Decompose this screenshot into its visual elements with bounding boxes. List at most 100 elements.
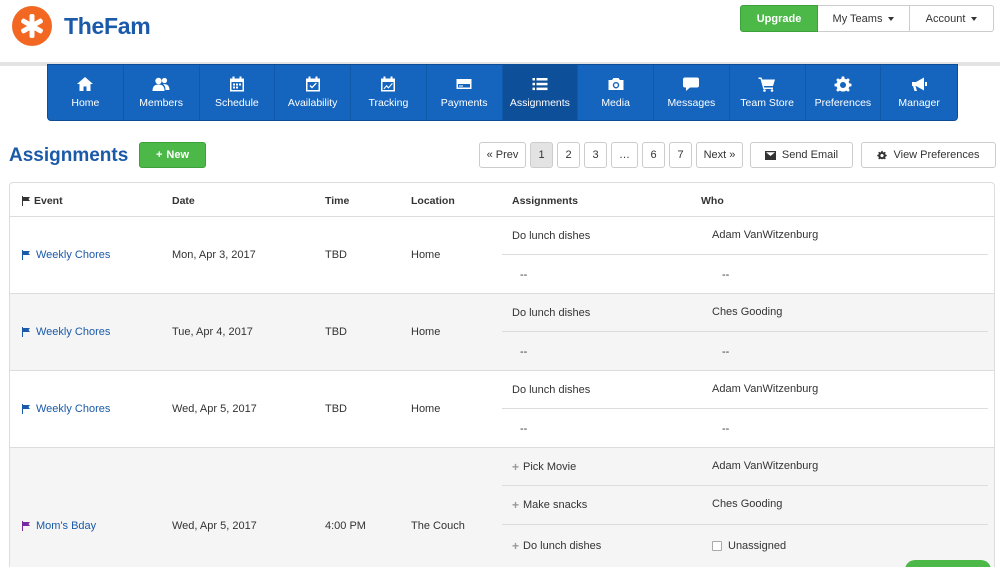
nav-item-availability[interactable]: Availability: [275, 65, 351, 120]
top-header: TheFam Upgrade My Teams Account: [0, 0, 1000, 62]
event-date: Tue, Apr 4, 2017: [172, 326, 253, 338]
drag-handle-icon[interactable]: +: [512, 498, 519, 512]
nav-item-payments[interactable]: Payments: [427, 65, 503, 120]
who-label: Unassigned: [728, 540, 787, 552]
assignment-task: --: [520, 423, 528, 435]
nav-label: Manager: [898, 97, 940, 109]
chat-icon: [682, 76, 700, 92]
flag-icon: [22, 327, 30, 337]
nav-item-messages[interactable]: Messages: [654, 65, 730, 120]
main-nav: Home Members Schedule Availability Track…: [47, 64, 958, 121]
assignment-who[interactable]: Adam VanWitzenburg: [712, 383, 818, 395]
event-location: Home: [411, 403, 441, 415]
camera-icon: [607, 76, 625, 92]
nav-item-manager[interactable]: Manager: [881, 65, 957, 120]
logo-icon: [12, 6, 52, 46]
assignment-task[interactable]: Do lunch dishes: [512, 384, 590, 396]
floating-action-button[interactable]: [905, 560, 991, 567]
list-icon: [531, 76, 549, 92]
header-location[interactable]: Location: [411, 195, 455, 207]
flag-icon: [22, 521, 30, 531]
nav-label: Messages: [667, 97, 716, 109]
nav-label: Preferences: [814, 97, 872, 109]
event-date: Wed, Apr 5, 2017: [172, 403, 257, 415]
header-who[interactable]: Who: [701, 195, 724, 207]
page-button-3[interactable]: 3: [584, 142, 607, 168]
drag-handle-icon[interactable]: +: [512, 460, 519, 474]
assignment-task: --: [520, 269, 528, 281]
assignment-who[interactable]: Unassigned: [712, 540, 786, 552]
members-icon: [152, 76, 170, 92]
logo[interactable]: TheFam: [12, 6, 151, 46]
event-name: Mom's Bday: [36, 520, 97, 532]
my-teams-dropdown[interactable]: My Teams: [818, 5, 910, 32]
caret-down-icon: [888, 16, 895, 21]
page-button-7[interactable]: 7: [669, 142, 692, 168]
header-label: Event: [34, 195, 63, 207]
calendar-icon: [228, 76, 246, 92]
nav-item-assignments[interactable]: Assignments: [502, 65, 579, 120]
header-assignments[interactable]: Assignments: [512, 195, 578, 207]
flag-icon: [22, 250, 30, 260]
event-link[interactable]: Weekly Chores: [21, 326, 110, 338]
megaphone-icon: [910, 76, 928, 92]
cart-icon: [758, 76, 776, 92]
event-link[interactable]: Mom's Bday: [21, 520, 96, 532]
event-link[interactable]: Weekly Chores: [21, 403, 110, 415]
table-row: Weekly Chores Tue, Apr 4, 2017 TBD Home …: [10, 294, 994, 371]
assignment-who[interactable]: Adam VanWitzenburg: [712, 229, 818, 241]
top-button-group: Upgrade My Teams Account: [740, 5, 994, 32]
view-preferences-button[interactable]: View Preferences: [861, 142, 996, 168]
send-email-button[interactable]: Send Email: [750, 142, 853, 168]
availability-icon: [304, 76, 322, 92]
header-event[interactable]: Event: [21, 195, 63, 207]
assignment-task[interactable]: Do lunch dishes: [512, 307, 590, 319]
assignment-row: + Make snacks Ches Gooding: [502, 486, 988, 525]
event-location: Home: [411, 249, 441, 261]
gear-icon: [834, 76, 852, 92]
nav-item-home[interactable]: Home: [48, 65, 124, 120]
assignment-who: --: [722, 423, 730, 435]
nav-label: Team Store: [740, 97, 794, 109]
nav-item-tracking[interactable]: Tracking: [351, 65, 427, 120]
next-page-button[interactable]: Next »: [696, 142, 743, 168]
page-title: Assignments: [9, 145, 129, 166]
assign-checkbox[interactable]: [712, 541, 722, 551]
account-dropdown[interactable]: Account: [910, 5, 994, 32]
page-button-6[interactable]: 6: [642, 142, 665, 168]
nav-item-team-store[interactable]: Team Store: [730, 65, 806, 120]
new-assignment-button[interactable]: + New: [139, 142, 206, 168]
nav-item-schedule[interactable]: Schedule: [200, 65, 276, 120]
assignment-task[interactable]: + Pick Movie: [512, 460, 576, 474]
flag-icon: [22, 196, 30, 206]
event-time: TBD: [325, 249, 347, 261]
nav-item-preferences[interactable]: Preferences: [806, 65, 882, 120]
table-row: Mom's Bday Wed, Apr 5, 2017 4:00 PM The …: [10, 448, 994, 567]
assignment-who[interactable]: Ches Gooding: [712, 498, 782, 510]
app-name: TheFam: [64, 12, 151, 39]
assignment-task[interactable]: Do lunch dishes: [512, 230, 590, 242]
assignment-who: --: [722, 346, 730, 358]
assignment-who[interactable]: Ches Gooding: [712, 306, 782, 318]
event-name: Weekly Chores: [36, 249, 111, 261]
task-label: Do lunch dishes: [523, 540, 602, 552]
upgrade-button[interactable]: Upgrade: [740, 5, 818, 32]
drag-handle-icon[interactable]: +: [512, 539, 519, 553]
flag-icon: [22, 404, 30, 414]
nav-label: Payments: [440, 97, 488, 109]
assignment-task[interactable]: + Do lunch dishes: [512, 539, 601, 553]
assignment-task[interactable]: + Make snacks: [512, 498, 587, 512]
header-time[interactable]: Time: [325, 195, 349, 207]
nav-label: Members: [139, 97, 183, 109]
assignment-who[interactable]: Adam VanWitzenburg: [712, 460, 818, 472]
page-button-2[interactable]: 2: [557, 142, 580, 168]
event-link[interactable]: Weekly Chores: [21, 249, 110, 261]
header-date[interactable]: Date: [172, 195, 195, 207]
assignment-row: Do lunch dishes Adam VanWitzenburg: [502, 217, 988, 255]
page-button-1[interactable]: 1: [530, 142, 553, 168]
prev-page-button[interactable]: « Prev: [479, 142, 526, 168]
table-header: Event Date Time Location Assignments Who: [10, 183, 994, 217]
nav-item-media[interactable]: Media: [578, 65, 654, 120]
assignments-table: Event Date Time Location Assignments Who…: [9, 182, 995, 567]
nav-item-members[interactable]: Members: [124, 65, 200, 120]
